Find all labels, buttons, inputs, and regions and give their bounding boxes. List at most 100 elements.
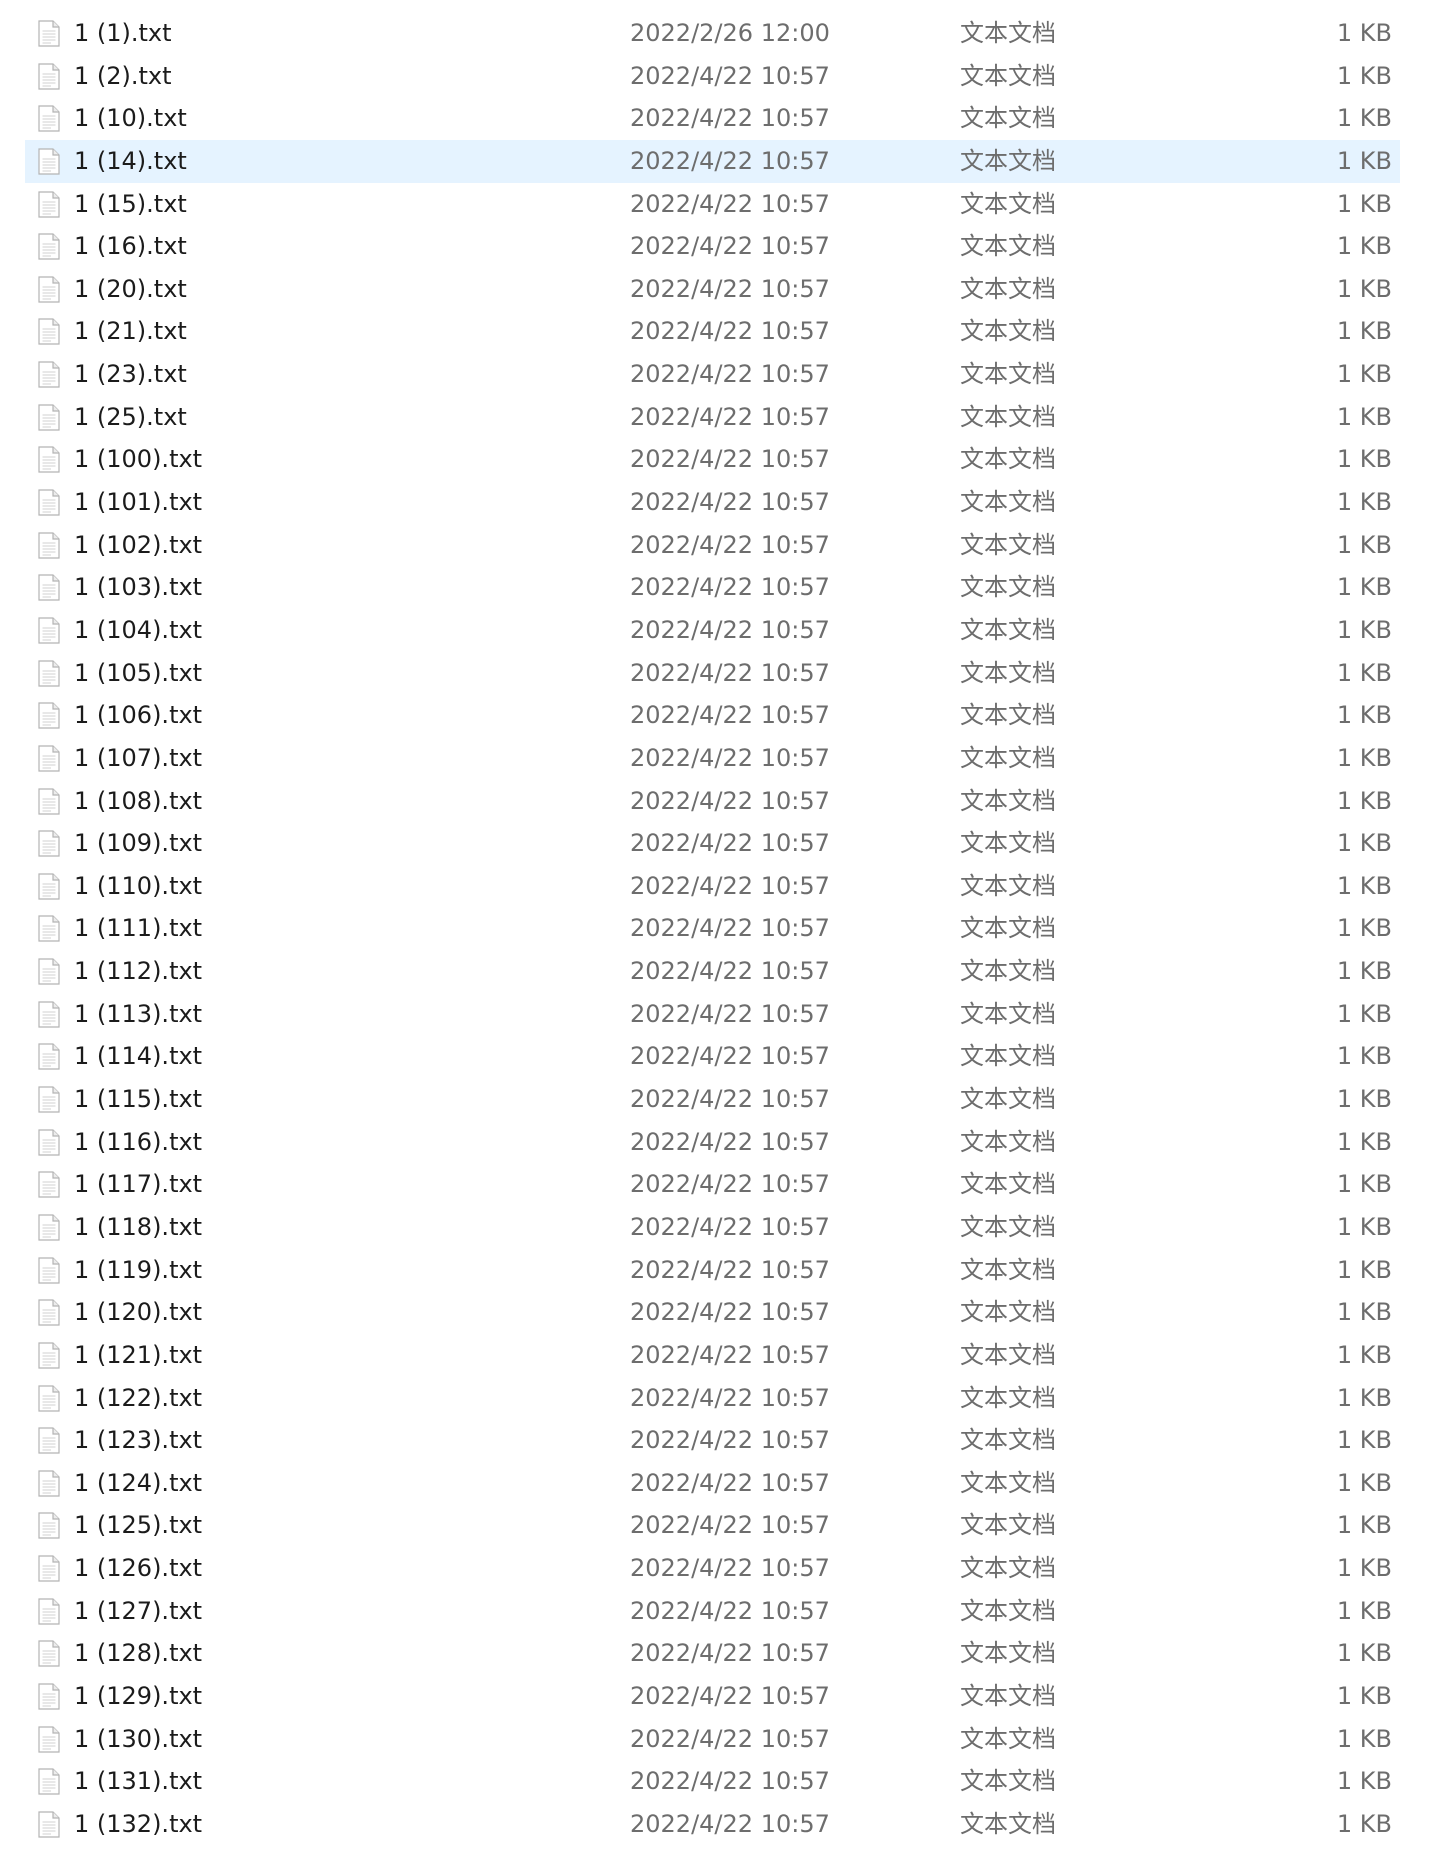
file-type: 文本文档 xyxy=(960,146,1056,175)
file-name: 1 (123).txt xyxy=(74,1426,203,1455)
file-modified-date: 2022/4/22 10:57 xyxy=(630,1340,830,1369)
file-name: 1 (110).txt xyxy=(74,871,203,900)
file-row[interactable]: 1 (102).txt 2022/4/22 10:57 文本文档 1 KB xyxy=(25,524,1400,567)
file-type: 文本文档 xyxy=(960,829,1056,858)
file-row[interactable]: 1 (15).txt 2022/4/22 10:57 文本文档 1 KB xyxy=(25,183,1400,226)
file-row[interactable]: 1 (110).txt 2022/4/22 10:57 文本文档 1 KB xyxy=(25,865,1400,908)
file-size: 1 KB xyxy=(1336,1170,1392,1199)
file-row[interactable]: 1 (23).txt 2022/4/22 10:57 文本文档 1 KB xyxy=(25,353,1400,396)
file-modified-date: 2022/4/22 10:57 xyxy=(630,1596,830,1625)
file-row[interactable]: 1 (125).txt 2022/4/22 10:57 文本文档 1 KB xyxy=(25,1504,1400,1547)
file-size: 1 KB xyxy=(1336,445,1392,474)
file-name: 1 (131).txt xyxy=(74,1767,203,1796)
file-row[interactable]: 1 (116).txt 2022/4/22 10:57 文本文档 1 KB xyxy=(25,1121,1400,1164)
file-row[interactable]: 1 (111).txt 2022/4/22 10:57 文本文档 1 KB xyxy=(25,907,1400,950)
file-modified-date: 2022/4/22 10:57 xyxy=(630,1468,830,1497)
file-name: 1 (126).txt xyxy=(74,1554,203,1583)
file-name: 1 (100).txt xyxy=(74,445,203,474)
file-modified-date: 2022/4/22 10:57 xyxy=(630,1724,830,1753)
file-row[interactable]: 1 (121).txt 2022/4/22 10:57 文本文档 1 KB xyxy=(25,1334,1400,1377)
file-row[interactable]: 1 (127).txt 2022/4/22 10:57 文本文档 1 KB xyxy=(25,1590,1400,1633)
file-row[interactable]: 1 (20).txt 2022/4/22 10:57 文本文档 1 KB xyxy=(25,268,1400,311)
file-name: 1 (106).txt xyxy=(74,701,203,730)
file-row[interactable]: 1 (108).txt 2022/4/22 10:57 文本文档 1 KB xyxy=(25,780,1400,823)
file-row[interactable]: 1 (16).txt 2022/4/22 10:57 文本文档 1 KB xyxy=(25,225,1400,268)
file-type: 文本文档 xyxy=(960,189,1056,218)
file-type: 文本文档 xyxy=(960,573,1056,602)
file-size: 1 KB xyxy=(1336,829,1392,858)
file-list: 1 (1).txt 2022/2/26 12:00 文本文档 1 KB 1 (2… xyxy=(25,12,1400,1846)
file-modified-date: 2022/4/22 10:57 xyxy=(630,1639,830,1668)
file-row[interactable]: 1 (112).txt 2022/4/22 10:57 文本文档 1 KB xyxy=(25,950,1400,993)
file-row[interactable]: 1 (100).txt 2022/4/22 10:57 文本文档 1 KB xyxy=(25,438,1400,481)
file-row[interactable]: 1 (115).txt 2022/4/22 10:57 文本文档 1 KB xyxy=(25,1078,1400,1121)
file-type: 文本文档 xyxy=(960,615,1056,644)
file-name: 1 (120).txt xyxy=(74,1298,203,1327)
file-row[interactable]: 1 (120).txt 2022/4/22 10:57 文本文档 1 KB xyxy=(25,1291,1400,1334)
file-type: 文本文档 xyxy=(960,658,1056,687)
file-size: 1 KB xyxy=(1336,360,1392,389)
file-row[interactable]: 1 (130).txt 2022/4/22 10:57 文本文档 1 KB xyxy=(25,1718,1400,1761)
text-file-icon xyxy=(38,617,60,644)
file-name: 1 (115).txt xyxy=(74,1085,203,1114)
file-name: 1 (117).txt xyxy=(74,1170,203,1199)
file-modified-date: 2022/4/22 10:57 xyxy=(630,274,830,303)
file-row[interactable]: 1 (104).txt 2022/4/22 10:57 文本文档 1 KB xyxy=(25,609,1400,652)
file-row[interactable]: 1 (107).txt 2022/4/22 10:57 文本文档 1 KB xyxy=(25,737,1400,780)
text-file-icon xyxy=(38,1256,60,1284)
text-file-icon xyxy=(38,574,60,601)
file-row[interactable]: 1 (1).txt 2022/2/26 12:00 文本文档 1 KB xyxy=(25,12,1400,55)
file-row[interactable]: 1 (126).txt 2022/4/22 10:57 文本文档 1 KB xyxy=(25,1547,1400,1590)
text-file-icon xyxy=(38,190,60,218)
file-type: 文本文档 xyxy=(960,1596,1056,1625)
file-row[interactable]: 1 (101).txt 2022/4/22 10:57 文本文档 1 KB xyxy=(25,481,1400,524)
file-row[interactable]: 1 (118).txt 2022/4/22 10:57 文本文档 1 KB xyxy=(25,1206,1400,1249)
file-row[interactable]: 1 (21).txt 2022/4/22 10:57 文本文档 1 KB xyxy=(25,310,1400,353)
file-size: 1 KB xyxy=(1336,1340,1392,1369)
file-row[interactable]: 1 (117).txt 2022/4/22 10:57 文本文档 1 KB xyxy=(25,1163,1400,1206)
file-size: 1 KB xyxy=(1336,914,1392,943)
file-row[interactable]: 1 (10).txt 2022/4/22 10:57 文本文档 1 KB xyxy=(25,97,1400,140)
file-row[interactable]: 1 (132).txt 2022/4/22 10:57 文本文档 1 KB xyxy=(25,1803,1400,1846)
file-size: 1 KB xyxy=(1336,615,1392,644)
file-row[interactable]: 1 (123).txt 2022/4/22 10:57 文本文档 1 KB xyxy=(25,1419,1400,1462)
text-file-icon xyxy=(38,361,60,388)
file-modified-date: 2022/4/22 10:57 xyxy=(630,573,830,602)
file-size: 1 KB xyxy=(1336,317,1392,346)
file-row[interactable]: 1 (131).txt 2022/4/22 10:57 文本文档 1 KB xyxy=(25,1760,1400,1803)
file-row[interactable]: 1 (129).txt 2022/4/22 10:57 文本文档 1 KB xyxy=(25,1675,1400,1718)
file-row[interactable]: 1 (2).txt 2022/4/22 10:57 文本文档 1 KB xyxy=(25,55,1400,98)
text-file-icon xyxy=(38,1811,60,1838)
file-size: 1 KB xyxy=(1336,274,1392,303)
file-type: 文本文档 xyxy=(960,1724,1056,1753)
file-row[interactable]: 1 (119).txt 2022/4/22 10:57 文本文档 1 KB xyxy=(25,1249,1400,1292)
file-name: 1 (118).txt xyxy=(74,1212,203,1241)
file-row[interactable]: 1 (25).txt 2022/4/22 10:57 文本文档 1 KB xyxy=(25,396,1400,439)
file-row[interactable]: 1 (106).txt 2022/4/22 10:57 文本文档 1 KB xyxy=(25,694,1400,737)
file-row[interactable]: 1 (114).txt 2022/4/22 10:57 文本文档 1 KB xyxy=(25,1035,1400,1078)
file-modified-date: 2022/4/22 10:57 xyxy=(630,871,830,900)
file-row[interactable]: 1 (103).txt 2022/4/22 10:57 文本文档 1 KB xyxy=(25,566,1400,609)
file-type: 文本文档 xyxy=(960,999,1056,1028)
file-row[interactable]: 1 (105).txt 2022/4/22 10:57 文本文档 1 KB xyxy=(25,652,1400,695)
file-row[interactable]: 1 (124).txt 2022/4/22 10:57 文本文档 1 KB xyxy=(25,1462,1400,1505)
file-size: 1 KB xyxy=(1336,1085,1392,1114)
file-row[interactable]: 1 (113).txt 2022/4/22 10:57 文本文档 1 KB xyxy=(25,993,1400,1036)
file-type: 文本文档 xyxy=(960,1170,1056,1199)
file-name: 1 (103).txt xyxy=(74,573,203,602)
file-size: 1 KB xyxy=(1336,19,1392,47)
file-row[interactable]: 1 (122).txt 2022/4/22 10:57 文本文档 1 KB xyxy=(25,1377,1400,1420)
text-file-icon xyxy=(38,1129,60,1156)
file-size: 1 KB xyxy=(1336,1809,1392,1838)
text-file-icon xyxy=(38,1768,60,1795)
file-type: 文本文档 xyxy=(960,1042,1056,1071)
file-row[interactable]: 1 (14).txt 2022/4/22 10:57 文本文档 1 KB xyxy=(25,139,1400,183)
file-row[interactable]: 1 (128).txt 2022/4/22 10:57 文本文档 1 KB xyxy=(25,1632,1400,1675)
text-file-icon xyxy=(38,1512,60,1540)
file-size: 1 KB xyxy=(1336,573,1392,602)
file-row[interactable]: 1 (109).txt 2022/4/22 10:57 文本文档 1 KB xyxy=(25,822,1400,865)
file-modified-date: 2022/4/22 10:57 xyxy=(630,1383,830,1412)
text-file-icon xyxy=(38,318,60,346)
file-modified-date: 2022/4/22 10:57 xyxy=(630,1681,830,1710)
text-file-icon xyxy=(38,446,60,474)
